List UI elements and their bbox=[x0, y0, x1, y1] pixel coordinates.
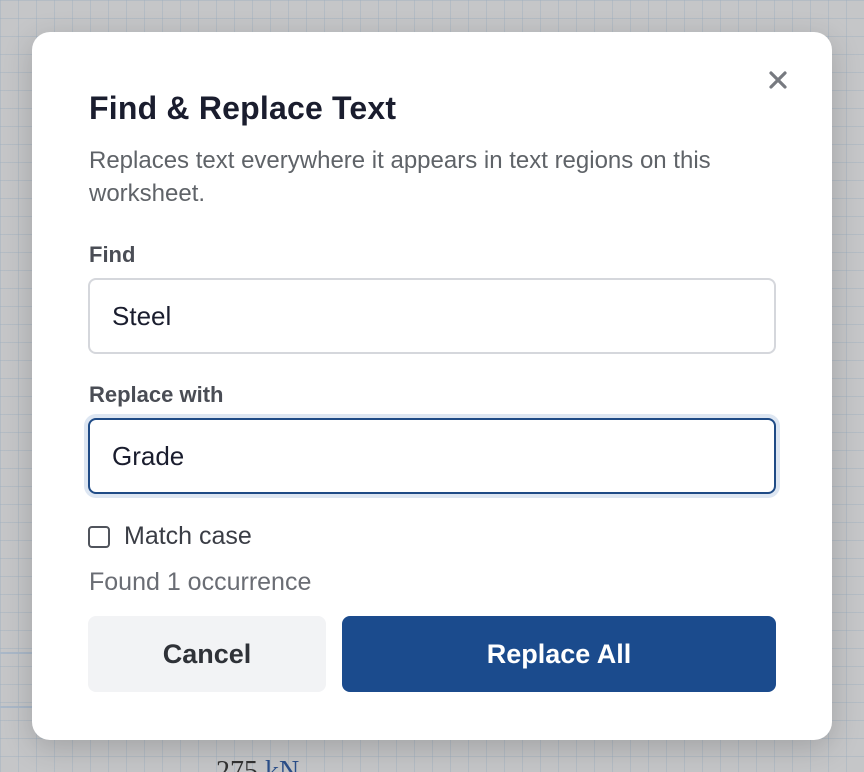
find-input[interactable] bbox=[88, 278, 776, 354]
dialog-title: Find & Replace Text bbox=[89, 90, 397, 126]
replace-label: Replace with bbox=[89, 382, 224, 407]
worksheet-number: 275 bbox=[216, 756, 258, 772]
find-replace-dialog: Find & Replace Text Replaces text everyw… bbox=[32, 32, 832, 740]
dialog-description: Replaces text everywhere it appears in t… bbox=[89, 147, 711, 207]
find-label: Find bbox=[89, 242, 136, 267]
match-case-label: Match case bbox=[124, 522, 252, 550]
match-case-checkbox[interactable] bbox=[88, 525, 110, 548]
cancel-button[interactable]: Cancel bbox=[88, 616, 326, 692]
replace-input[interactable] bbox=[88, 418, 776, 494]
match-case-toggle[interactable]: Match case bbox=[88, 522, 252, 551]
worksheet-math-snippet: 275 kN bbox=[216, 756, 299, 772]
replace-all-button[interactable]: Replace All bbox=[342, 616, 776, 692]
status-text: Found 1 occurrence bbox=[89, 568, 312, 596]
close-icon bbox=[769, 71, 787, 89]
close-button[interactable] bbox=[762, 64, 794, 96]
worksheet-unit: kN bbox=[265, 756, 300, 772]
